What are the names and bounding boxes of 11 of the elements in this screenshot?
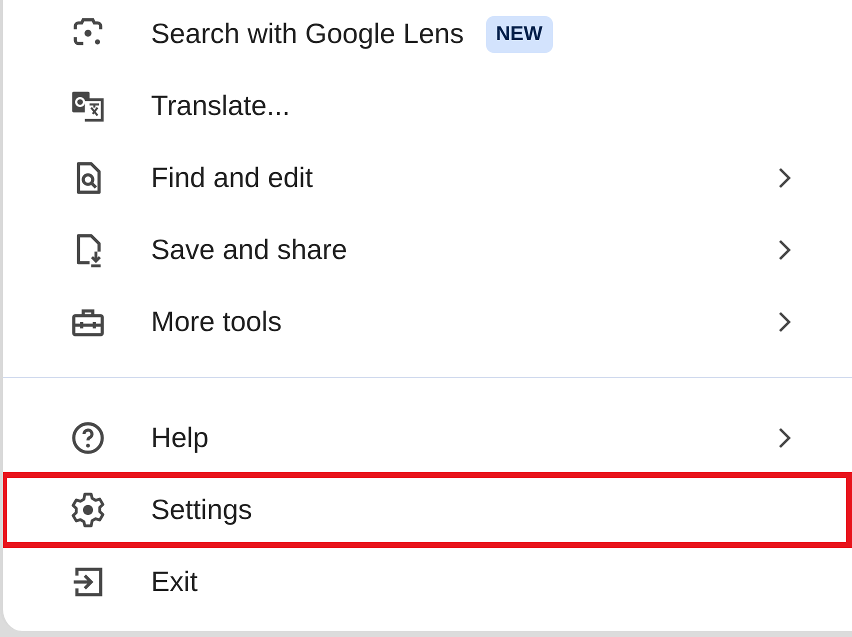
menu-item[interactable]: Save and share — [3, 214, 852, 286]
menu-item[interactable]: Search with Google Lens NEW — [3, 0, 852, 70]
settings-icon — [69, 491, 107, 529]
menu-item[interactable]: Help — [3, 402, 852, 474]
menu-item[interactable]: More tools — [3, 286, 852, 358]
menu-item[interactable]: Find and edit — [3, 142, 852, 214]
menu-item[interactable]: Translate... — [3, 70, 852, 142]
menu-item[interactable]: Exit — [3, 546, 852, 618]
new-badge: NEW — [486, 16, 553, 52]
help-icon — [69, 419, 107, 457]
menu-item[interactable]: Settings — [3, 474, 850, 546]
